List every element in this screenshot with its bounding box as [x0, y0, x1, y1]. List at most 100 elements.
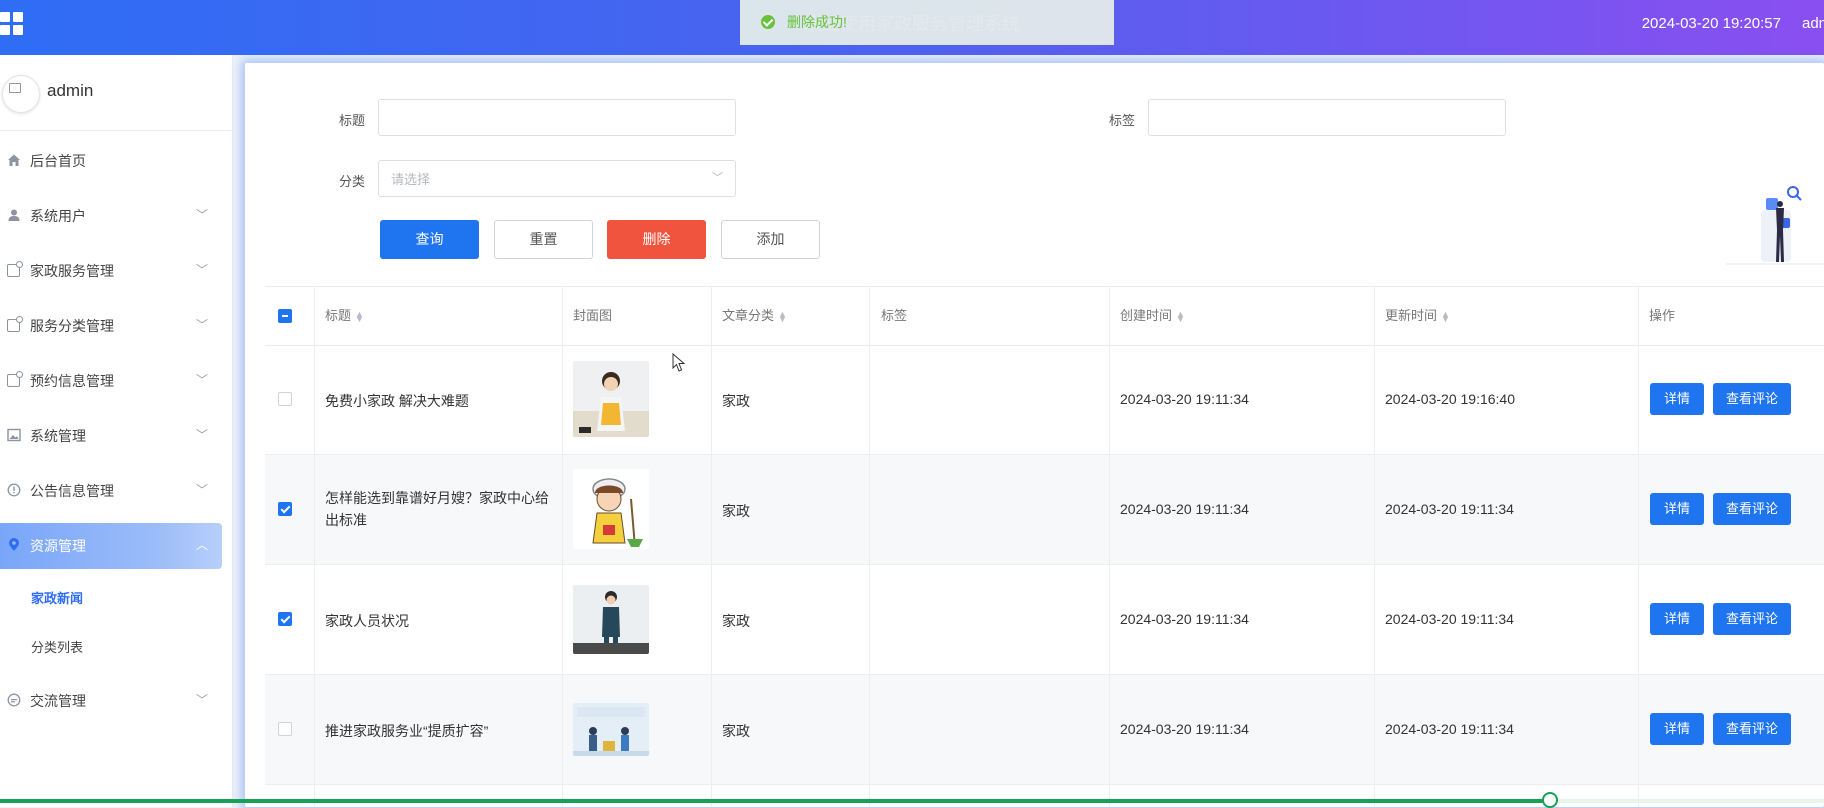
detail-button[interactable]: 详情: [1650, 383, 1704, 415]
sidebar-item-booking[interactable]: 预约信息管理 ﹀: [0, 358, 222, 404]
sidebar-subitem-housekeeping-news[interactable]: 家政新闻: [31, 581, 83, 617]
view-comments-button[interactable]: 查看评论: [1713, 493, 1791, 525]
view-comments-button[interactable]: 查看评论: [1713, 713, 1791, 745]
row-checkbox[interactable]: [278, 722, 292, 736]
row-created: 2024-03-20 19:11:34: [1120, 611, 1249, 627]
column-divider: [711, 286, 712, 807]
playback-progress-bar[interactable]: [0, 792, 1824, 808]
title-filter-input[interactable]: [378, 99, 736, 136]
sidebar-item-label: 资源管理: [30, 538, 86, 554]
sidebar-item-service-category[interactable]: 服务分类管理 ﹀: [0, 303, 222, 349]
chevron-down-icon: ﹀: [195, 263, 208, 277]
avatar: [2, 75, 40, 113]
sidebar-item-label: 公告信息管理: [30, 483, 114, 499]
mouse-cursor-icon: [672, 353, 686, 372]
row-category: 家政: [722, 723, 750, 739]
add-button[interactable]: 添加: [721, 220, 820, 259]
header-actions: 操作: [1649, 308, 1676, 323]
row-updated: 2024-03-20 19:11:34: [1385, 721, 1514, 737]
header-created[interactable]: 创建时间 ▲ ▼: [1120, 287, 1185, 345]
detail-button[interactable]: 详情: [1650, 603, 1704, 635]
header-title[interactable]: 标题 ▲ ▼: [325, 287, 364, 345]
top-header: 欢迎使用家政服务管理系统 2024-03-20 19:20:57 admin 删…: [0, 0, 1824, 55]
row-updated: 2024-03-20 19:16:40: [1385, 391, 1515, 407]
user-icon: [6, 208, 21, 223]
home-icon: [6, 153, 21, 168]
title-filter-label: 标题: [339, 113, 366, 128]
cover-image: [573, 703, 649, 756]
table-row: 推进家政服务业“提质扩容” 家政 2024-03-20 19:11:34 202…: [265, 675, 1824, 785]
column-divider: [1638, 286, 1639, 807]
box-icon: [6, 371, 23, 388]
header-title-label: 标题: [325, 308, 352, 323]
row-created: 2024-03-20 19:11:34: [1120, 391, 1249, 407]
header-username[interactable]: admin: [1802, 0, 1824, 48]
row-checkbox[interactable]: [278, 502, 292, 516]
sidebar-item-label: 家政服务管理: [30, 263, 114, 279]
view-comments-button[interactable]: 查看评论: [1713, 383, 1791, 415]
detail-button[interactable]: 详情: [1650, 493, 1704, 525]
row-updated: 2024-03-20 19:11:34: [1385, 501, 1514, 517]
toast-message: 删除成功!: [787, 14, 847, 30]
location-icon: [6, 538, 21, 553]
table-row: 免费小家政 解决大难题 家政 2024-03-20 19:11:34 2024-…: [265, 345, 1824, 455]
header-updated[interactable]: 更新时间 ▲ ▼: [1385, 287, 1450, 345]
tag-filter-input[interactable]: [1148, 99, 1506, 136]
chevron-down-icon: ﹀: [195, 693, 208, 707]
sidebar-item-system-management[interactable]: 系统管理 ﹀: [0, 413, 222, 459]
table-row: 家政人员状况 家政 2024-03-20 19:11:34 2024-03-20…: [265, 565, 1824, 675]
select-all-checkbox[interactable]: [278, 309, 292, 323]
row-title: 免费小家政 解决大难题: [325, 393, 469, 409]
check-circle-icon: [761, 15, 775, 29]
row-category: 家政: [722, 393, 750, 409]
row-created: 2024-03-20 19:11:34: [1120, 721, 1249, 737]
chevron-down-icon: ﹀: [195, 373, 208, 387]
cover-image: [573, 469, 649, 549]
success-toast: 删除成功!: [740, 0, 1114, 45]
header-category[interactable]: 文章分类 ▲ ▼: [722, 287, 787, 345]
sidebar-item-announcement[interactable]: 公告信息管理 ﹀: [0, 468, 222, 514]
category-select[interactable]: 请选择 ﹀: [378, 160, 736, 197]
row-checkbox[interactable]: [278, 612, 292, 626]
sidebar-subitem-category-list[interactable]: 分类列表: [31, 630, 83, 666]
column-divider: [1374, 286, 1375, 807]
header-category-label: 文章分类: [722, 308, 775, 323]
view-comments-button[interactable]: 查看评论: [1713, 603, 1791, 635]
tag-filter-label: 标签: [1109, 113, 1136, 128]
chevron-down-icon: ﹀: [195, 208, 208, 222]
row-created: 2024-03-20 19:11:34: [1120, 501, 1249, 517]
sort-icon[interactable]: ▲ ▼: [1441, 309, 1450, 323]
cover-image: [573, 585, 649, 654]
row-checkbox[interactable]: [278, 392, 292, 406]
box-icon: [6, 316, 23, 333]
sidebar-item-label: 服务分类管理: [30, 318, 114, 334]
sidebar: admin 后台首页 系统用户 ﹀ 家政服务管理 ﹀ 服务分类管理 ﹀ 预约信息…: [0, 55, 233, 807]
sort-icon[interactable]: ▲ ▼: [1176, 309, 1185, 323]
header-cover: 封面图: [573, 308, 613, 323]
table-row: 怎样能选到靠谱好月嫂？家政中心给出标准 家政 2024-03-20 19:11:…: [265, 455, 1824, 565]
row-category: 家政: [722, 613, 750, 629]
reset-button[interactable]: 重置: [494, 220, 593, 259]
query-button[interactable]: 查询: [380, 220, 479, 259]
detail-button[interactable]: 详情: [1650, 713, 1704, 745]
sidebar-user-box: admin: [0, 55, 232, 131]
chevron-up-icon: ︿: [195, 538, 208, 552]
box-icon: [6, 261, 23, 278]
sidebar-item-label: 系统用户: [30, 208, 86, 224]
info-icon: [6, 483, 21, 498]
delete-button[interactable]: 删除: [607, 220, 706, 259]
sidebar-item-housekeeping-service[interactable]: 家政服务管理 ﹀: [0, 248, 222, 294]
column-divider: [1109, 286, 1110, 807]
row-title: 推进家政服务业“提质扩容”: [325, 723, 489, 739]
header-created-label: 创建时间: [1120, 308, 1173, 323]
header-datetime: 2024-03-20 19:20:57: [1641, 15, 1781, 32]
sidebar-item-label: 后台首页: [30, 153, 86, 169]
sidebar-item-communication[interactable]: 交流管理 ﹀: [0, 678, 222, 724]
category-filter-label: 分类: [339, 174, 366, 189]
sidebar-item-system-users[interactable]: 系统用户 ﹀: [0, 193, 222, 239]
sidebar-item-resources[interactable]: 资源管理 ︿: [0, 523, 222, 569]
sidebar-item-label: 交流管理: [30, 693, 86, 709]
sidebar-item-home[interactable]: 后台首页: [0, 138, 222, 184]
sort-icon[interactable]: ▲ ▼: [778, 309, 787, 323]
sort-icon[interactable]: ▲ ▼: [355, 309, 364, 323]
